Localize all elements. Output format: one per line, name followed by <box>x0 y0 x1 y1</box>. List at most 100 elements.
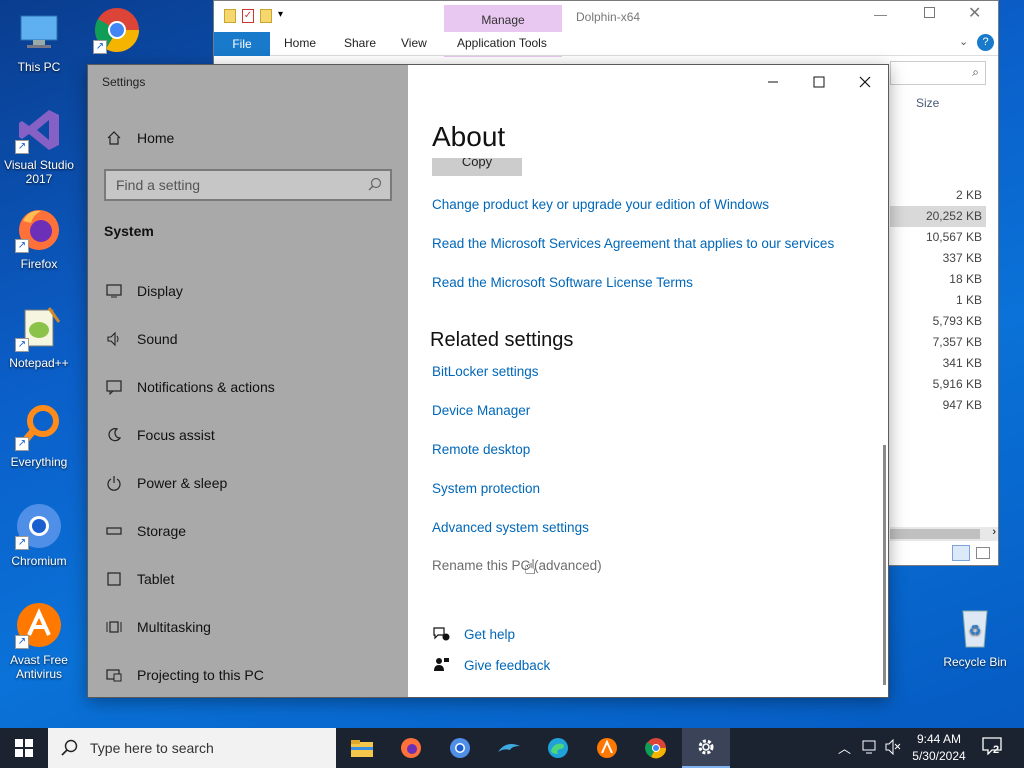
svg-text:♻: ♻ <box>969 622 982 638</box>
windows-logo-icon <box>15 739 33 757</box>
nav-label: Multitasking <box>137 619 211 635</box>
size-cell: 2 KB <box>955 188 982 202</box>
advanced-system-settings-link[interactable]: Advanced system settings <box>432 520 589 535</box>
desktop-icon-recycle-bin[interactable]: ♻ Recycle Bin <box>936 603 1014 669</box>
size-cell: 5,793 KB <box>932 314 982 328</box>
size-cell: 10,567 KB <box>925 230 982 244</box>
system-protection-link[interactable]: System protection <box>432 481 540 496</box>
bitlocker-settings-link[interactable]: BitLocker settings <box>432 364 539 379</box>
settings-window[interactable]: Settings Home Find a setting System Disp… <box>87 64 889 698</box>
search-icon: ⌕ <box>972 65 979 79</box>
minimize-button[interactable]: — <box>874 7 887 22</box>
tab-view[interactable]: View <box>401 36 427 50</box>
projecting-icon <box>105 666 123 684</box>
taskbar-search-box[interactable]: Type here to search <box>48 728 336 768</box>
copy-button[interactable]: Copy <box>432 158 522 176</box>
taskbar-file-explorer[interactable] <box>338 728 386 768</box>
settings-content: About Copy Change product key or upgrade… <box>408 65 888 697</box>
tab-home[interactable]: Home <box>284 36 316 50</box>
taskbar-dolphin[interactable] <box>485 728 533 768</box>
dolphin-icon <box>498 744 520 752</box>
shortcut-arrow-icon: ↗ <box>15 536 29 550</box>
desktop-icon-avast[interactable]: ↗ Avast Free Antivirus <box>0 601 78 681</box>
taskbar-chromium[interactable] <box>436 728 484 768</box>
horizontal-scrollbar[interactable]: › <box>890 526 998 541</box>
power-icon <box>105 474 123 492</box>
tab-application-tools[interactable]: Application Tools <box>457 36 547 50</box>
nav-display[interactable]: Display <box>88 271 408 311</box>
folder-icon[interactable] <box>224 9 236 23</box>
nav-multitasking[interactable]: Multitasking <box>88 607 408 647</box>
tab-share[interactable]: Share <box>344 36 376 50</box>
show-hidden-icons-button[interactable]: ︿ <box>838 738 851 757</box>
notification-center-button[interactable]: 2 <box>982 737 1004 757</box>
desktop-icon-label: This PC <box>17 60 61 74</box>
notepadpp-icon: ↗ <box>15 304 63 352</box>
nav-storage[interactable]: Storage <box>88 511 408 551</box>
nav-tablet[interactable]: Tablet <box>88 559 408 599</box>
desktop-icon-label: Notepad++ <box>9 356 69 370</box>
tab-file[interactable]: File <box>214 32 270 56</box>
dropdown-arrow-icon[interactable]: ▾ <box>278 9 283 23</box>
help-icon[interactable]: ? <box>977 34 994 51</box>
new-folder-icon[interactable] <box>260 9 272 23</box>
desktop-icon-chromium[interactable]: ↗ Chromium <box>0 502 78 568</box>
maximize-button[interactable] <box>924 7 935 18</box>
size-cell: 341 KB <box>942 356 982 370</box>
details-view-icon[interactable] <box>952 545 970 561</box>
close-button[interactable] <box>842 71 888 93</box>
change-product-key-link[interactable]: Change product key or upgrade your editi… <box>432 197 769 212</box>
find-setting-input[interactable]: Find a setting <box>104 169 392 201</box>
nav-home[interactable]: Home <box>88 118 408 158</box>
related-settings-heading: Related settings <box>430 329 574 351</box>
large-icons-view-icon[interactable] <box>976 547 990 559</box>
taskbar-edge[interactable] <box>534 728 582 768</box>
chevron-down-icon[interactable]: ⌄ <box>959 35 968 48</box>
desktop-icon-visual-studio[interactable]: ↗ Visual Studio 2017 <box>0 106 78 186</box>
this-pc-icon <box>15 8 63 56</box>
give-feedback-label: Give feedback <box>464 657 551 673</box>
explorer-titlebar[interactable]: ✓ ▾ Manage Dolphin-x64 — ✕ <box>214 1 998 57</box>
rename-pc-link[interactable]: Rename this PC (advanced) <box>432 558 602 573</box>
manage-label: Manage <box>481 13 525 27</box>
desktop-icon-everything[interactable]: ↗ Everything <box>0 403 78 469</box>
close-button[interactable]: ✕ <box>968 3 981 23</box>
explorer-search-box[interactable]: ⌕ <box>890 61 986 85</box>
nav-notifications[interactable]: Notifications & actions <box>88 367 408 407</box>
nav-sound[interactable]: Sound <box>88 319 408 359</box>
taskbar-firefox[interactable] <box>387 728 435 768</box>
content-scrollbar[interactable] <box>883 445 886 685</box>
shortcut-arrow-icon: ↗ <box>15 239 29 253</box>
nav-projecting[interactable]: Projecting to this PC <box>88 655 408 695</box>
services-agreement-link[interactable]: Read the Microsoft Services Agreement th… <box>432 236 834 251</box>
scrollbar-thumb[interactable] <box>890 529 980 539</box>
device-manager-link[interactable]: Device Manager <box>432 403 530 418</box>
volume-muted-icon[interactable] <box>884 738 902 758</box>
hand-cursor-icon: ☝ <box>524 557 537 579</box>
remote-desktop-link[interactable]: Remote desktop <box>432 442 530 457</box>
system-clock[interactable]: 9:44 AM 5/30/2024 <box>906 731 972 765</box>
nav-power-sleep[interactable]: Power & sleep <box>88 463 408 503</box>
start-button[interactable] <box>0 728 48 768</box>
maximize-button[interactable] <box>796 71 842 93</box>
desktop-icon-notepadpp[interactable]: ↗ Notepad++ <box>0 304 78 370</box>
nav-focus-assist[interactable]: Focus assist <box>88 415 408 455</box>
taskbar-chrome[interactable] <box>632 728 680 768</box>
edge-icon <box>548 738 568 758</box>
minimize-button[interactable] <box>750 71 796 93</box>
desktop-icon-label: Avast Free Antivirus <box>10 653 68 681</box>
give-feedback-link[interactable]: Give feedback <box>432 656 550 674</box>
taskbar-settings[interactable] <box>682 728 730 768</box>
desktop-icon-chrome[interactable]: ↗ <box>78 6 156 58</box>
license-terms-link[interactable]: Read the Microsoft Software License Term… <box>432 275 693 290</box>
size-column-header[interactable]: Size <box>916 96 939 110</box>
desktop-icon-this-pc[interactable]: This PC <box>0 8 78 74</box>
shortcut-arrow-icon: ↗ <box>15 437 29 451</box>
network-icon[interactable] <box>862 739 880 758</box>
taskbar-avast[interactable] <box>583 728 631 768</box>
properties-icon[interactable]: ✓ <box>242 9 254 23</box>
quick-access-toolbar: ✓ ▾ <box>224 9 283 23</box>
desktop-icon-firefox[interactable]: ↗ Firefox <box>0 205 78 271</box>
chevron-right-icon[interactable]: › <box>992 526 996 538</box>
get-help-link[interactable]: Get help <box>432 625 515 643</box>
